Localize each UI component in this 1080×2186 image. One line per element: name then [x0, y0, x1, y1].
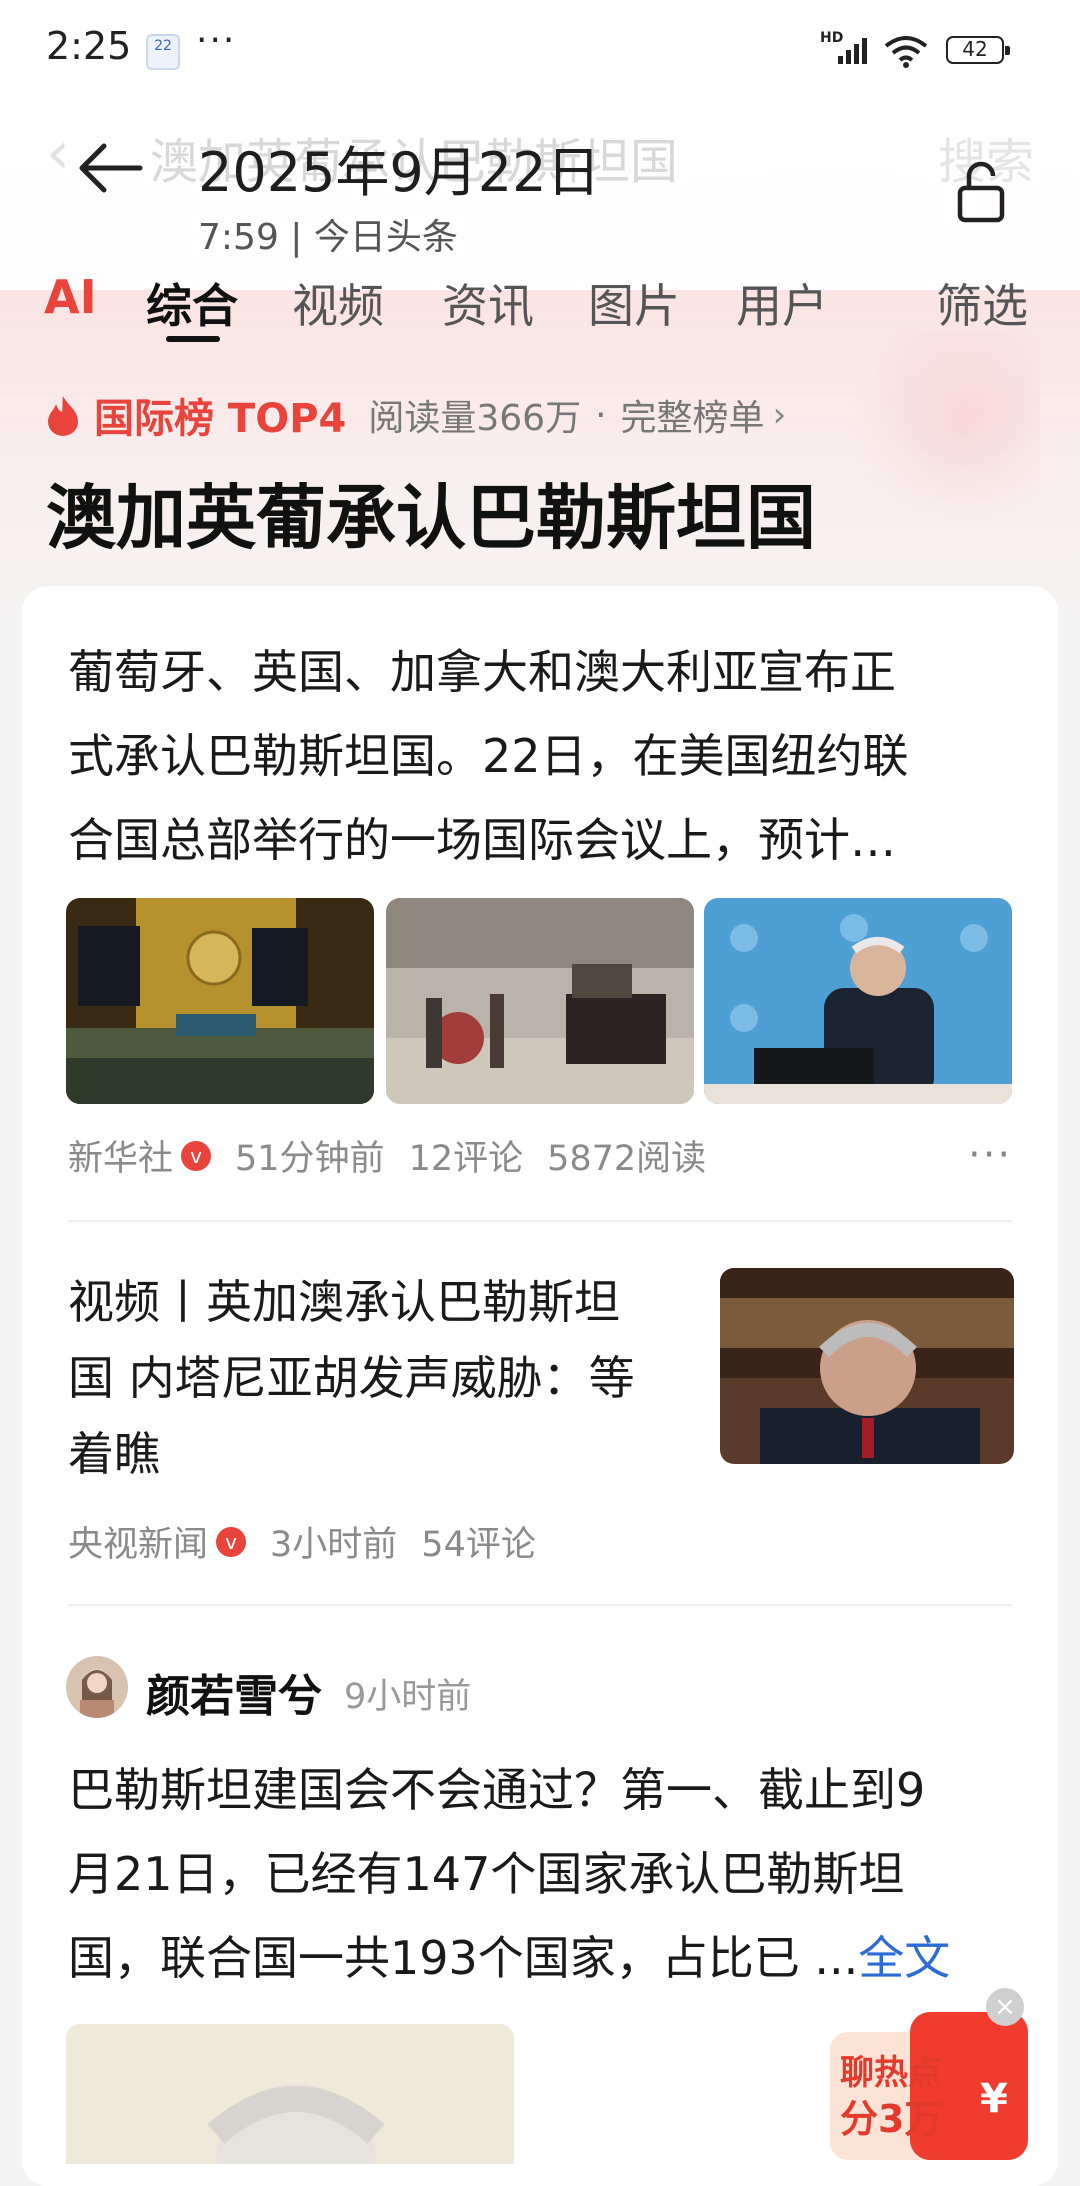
article-2-line: 着瞧	[68, 1427, 160, 1481]
yuan-icon: ¥	[980, 2076, 1008, 2122]
read-count: 5872阅读	[547, 1139, 707, 1179]
gaza-street-image[interactable]	[386, 898, 694, 1104]
back-arrow-icon[interactable]	[74, 138, 144, 198]
post-time: 9小时前	[344, 1677, 472, 1717]
wifi-icon	[884, 36, 928, 68]
verified-badge-icon: v	[216, 1526, 247, 1557]
page-subtitle: 7:59 | 今日头条	[198, 217, 458, 258]
calendar-icon: 22	[146, 34, 180, 70]
topic-title: 澳加英葡承认巴勒斯坦国	[46, 477, 816, 559]
article-1-line: 合国总部举行的一场国际会议上，预计…	[68, 813, 896, 867]
publish-time: 3小时前	[270, 1525, 398, 1565]
more-notifications-icon: ···	[196, 20, 237, 61]
post-text[interactable]: 巴勒斯坦建国会不会通过？第一、截止到9 月21日，已经有147个国家承认巴勒斯坦…	[68, 1748, 1018, 2000]
avatar[interactable]	[66, 1656, 128, 1718]
tab-comprehensive[interactable]: 综合	[146, 270, 238, 336]
full-list-link[interactable]: 完整榜单	[621, 389, 765, 441]
un-press-conference-image[interactable]	[704, 898, 1012, 1104]
publish-time: 51分钟前	[235, 1139, 385, 1179]
ghost-back-icon: ‹	[46, 118, 70, 188]
article-1-text[interactable]: 葡萄牙、英国、加拿大和澳大利亚宣布正 式承认巴勒斯坦国。22日，在美国纽约联 合…	[68, 630, 1018, 882]
tab-video[interactable]: 视频	[292, 270, 384, 336]
article-2-line: 视频丨英加澳承认巴勒斯坦	[68, 1275, 620, 1329]
unlock-icon[interactable]	[956, 160, 1006, 224]
article-1-line: 葡萄牙、英国、加拿大和澳大利亚宣布正	[68, 645, 896, 699]
post-line: 月21日，已经有147个国家承认巴勒斯坦	[68, 1847, 905, 1901]
video-thumbnail[interactable]	[720, 1268, 1014, 1464]
tab-bar: AI 综合 视频 资讯 图片 用户 筛选	[0, 270, 1080, 340]
ranking-reads: 阅读量366万	[368, 398, 582, 439]
comment-count: 54评论	[421, 1525, 536, 1565]
verified-badge-icon: v	[181, 1140, 212, 1171]
fire-icon	[48, 396, 78, 436]
promo-line-1: 聊热点	[840, 2053, 942, 2093]
source-name[interactable]: 新华社	[68, 1130, 173, 1181]
un-assembly-image[interactable]	[66, 898, 374, 1104]
comment-count: 12评论	[408, 1139, 524, 1179]
clock: 2:25	[46, 24, 132, 68]
active-tab-indicator	[166, 336, 220, 342]
more-options-icon[interactable]: ···	[968, 1132, 1012, 1178]
status-bar: 2:25 22 ··· HD 42	[0, 0, 1080, 100]
tab-news[interactable]: 资讯	[442, 270, 534, 336]
tab-users[interactable]: 用户	[736, 270, 828, 336]
ranking-row[interactable]: 国际榜 TOP4 阅读量366万 · 完整榜单 ›	[46, 389, 787, 442]
battery-icon: 42	[946, 36, 1010, 64]
divider	[68, 1604, 1012, 1606]
divider	[68, 1220, 1012, 1222]
author-name[interactable]: 颜若雪兮	[146, 1660, 322, 1724]
full-text-link[interactable]: 全文	[858, 1931, 950, 1985]
article-1-meta: 新华社 v 51分钟前 12评论 5872阅读	[68, 1130, 706, 1181]
promo-red-envelope[interactable]: 聊热点 分3万 ¥	[830, 2012, 1030, 2160]
page-title: 2025年9月22日	[198, 141, 601, 204]
tab-images[interactable]: 图片	[588, 270, 680, 336]
source-name[interactable]: 央视新闻	[68, 1516, 208, 1567]
article-2-meta: 央视新闻 v 3小时前 54评论	[68, 1516, 536, 1567]
flame-decoration	[850, 330, 1040, 550]
ranking-badge: 国际榜 TOP4	[94, 396, 347, 442]
post-line: 巴勒斯坦建国会不会通过？第一、截止到9	[68, 1763, 926, 1817]
close-icon[interactable]: ×	[986, 1988, 1024, 2026]
chevron-right-icon: ›	[772, 395, 787, 435]
post-line-text: 国，联合国一共193个国家，占比已 ...	[68, 1931, 859, 1985]
article-2-line: 国 内塔尼亚胡发声威胁：等	[68, 1351, 635, 1405]
separator-dot: ·	[595, 394, 607, 436]
post-line: 国，联合国一共193个国家，占比已 ...全文	[68, 1916, 1018, 2000]
promo-line-2: 分3万	[840, 2097, 942, 2141]
article-1-line: 式承认巴勒斯坦国。22日，在美国纽约联	[68, 729, 909, 783]
post-image[interactable]	[66, 2024, 514, 2164]
signal-icon	[838, 38, 867, 64]
article-2-text[interactable]: 视频丨英加澳承认巴勒斯坦 国 内塔尼亚胡发声威胁：等 着瞧	[68, 1264, 708, 1492]
tab-filter[interactable]: 筛选	[936, 270, 1028, 336]
tab-ai[interactable]: AI	[44, 270, 97, 324]
